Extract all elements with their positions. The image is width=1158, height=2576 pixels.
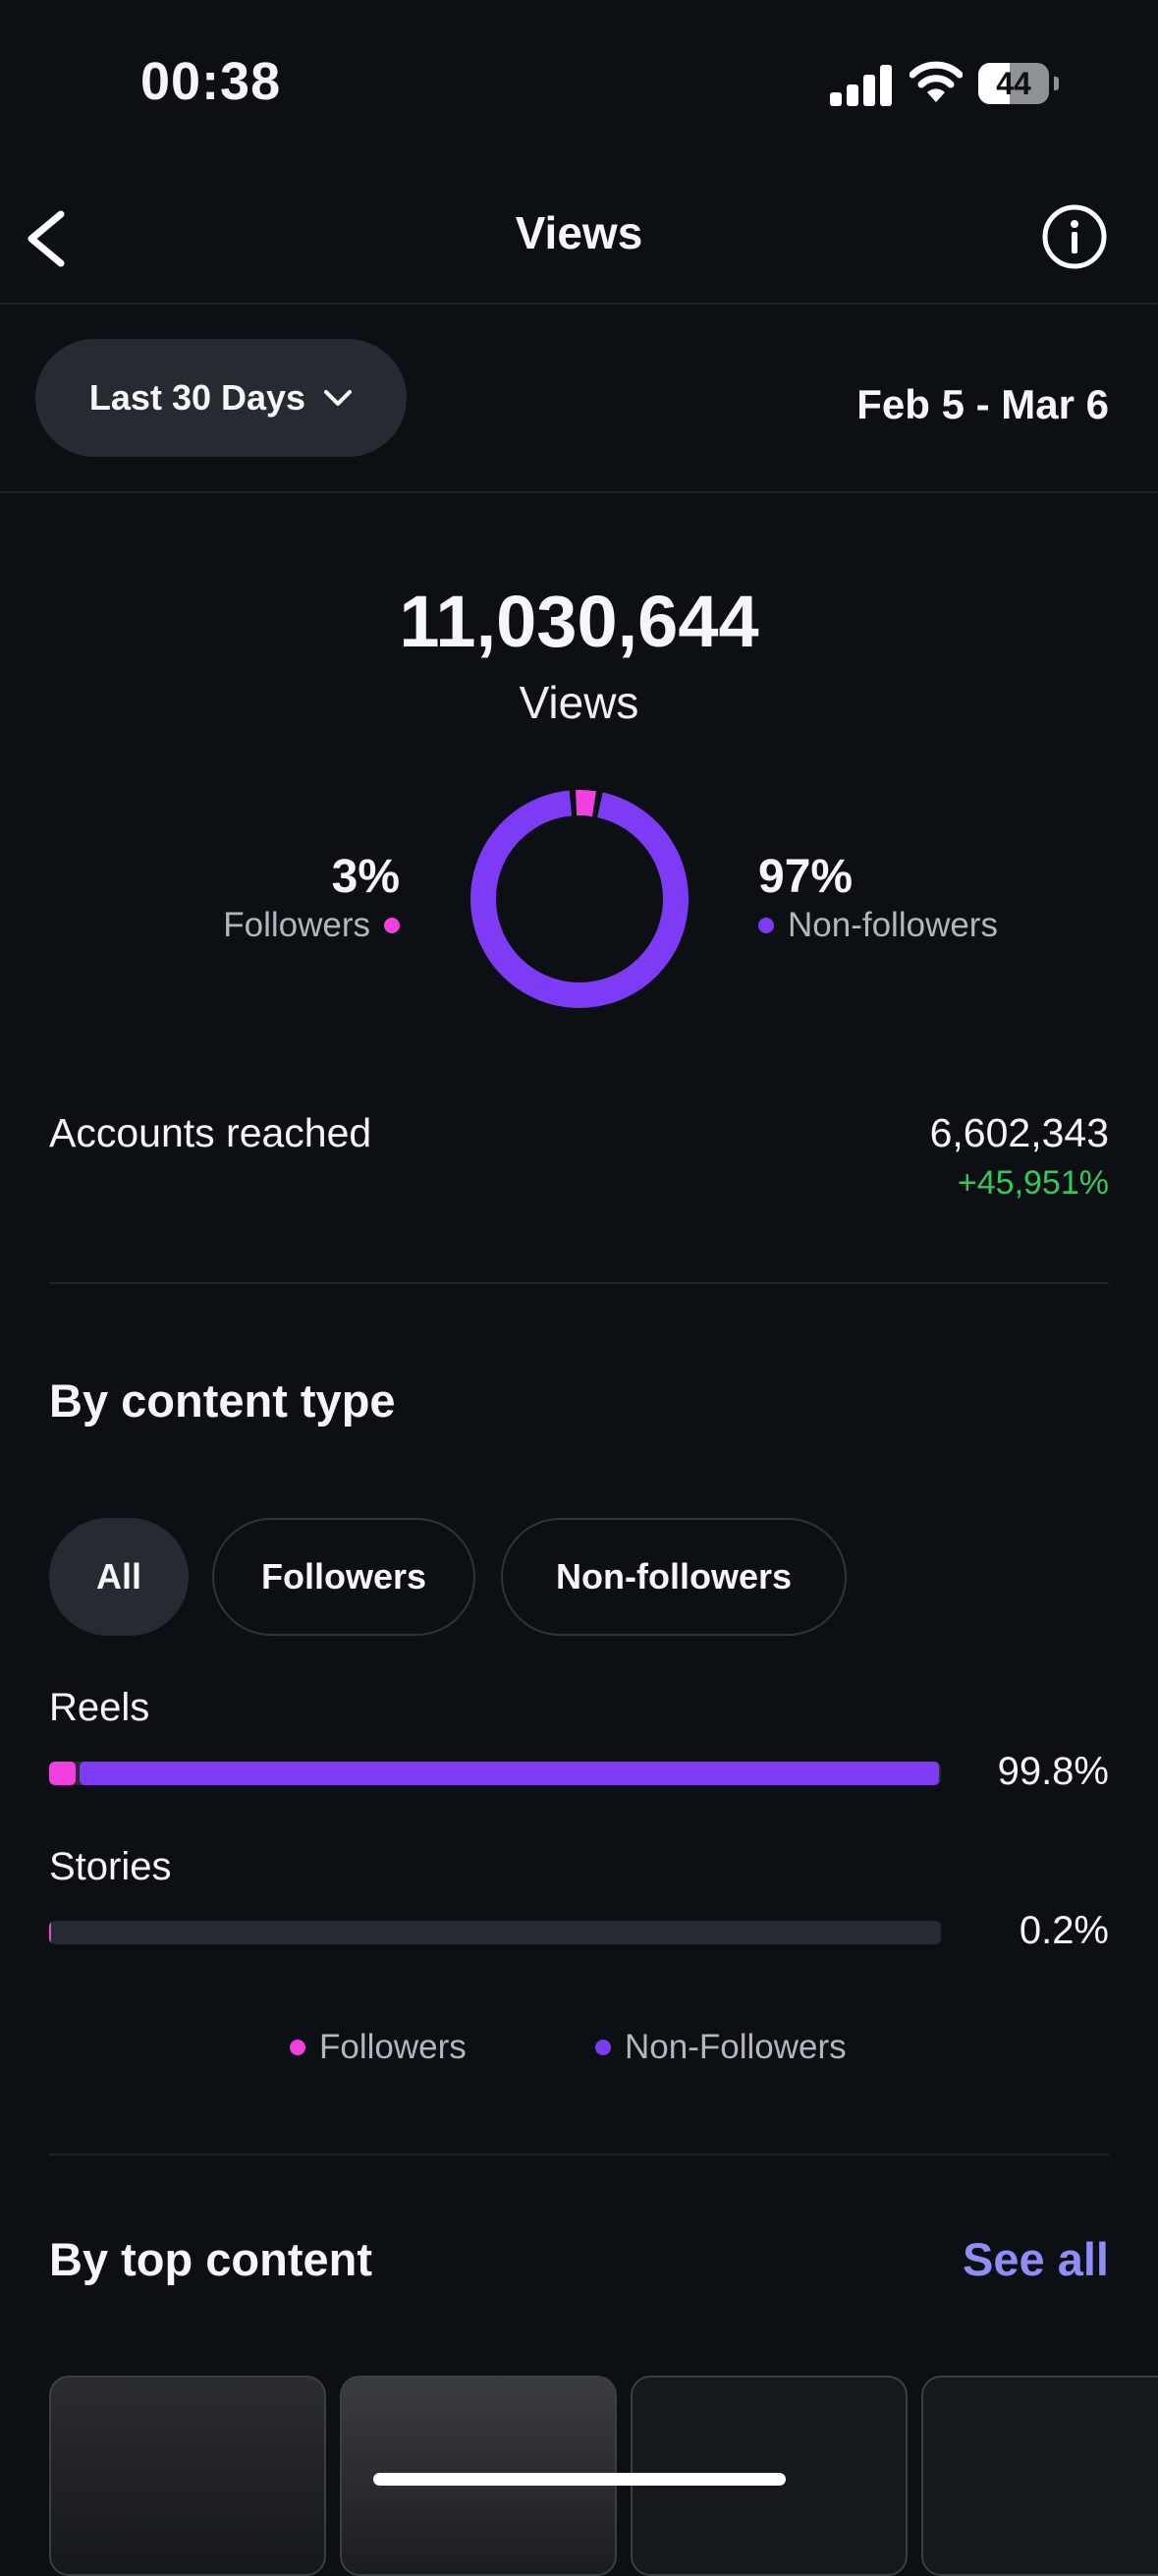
reels-nonfollowers-segment [80,1762,940,1785]
reels-bar [49,1762,941,1785]
stories-label: Stories [49,1845,172,1888]
top-content-thumbnail[interactable] [49,2376,326,2576]
chip-followers[interactable]: Followers [212,1518,475,1636]
header-divider [0,303,1158,305]
section-divider [49,1282,1109,1284]
nonfollowers-legend: Non-followers [758,906,998,945]
legend-non-followers: Non-Followers [595,2024,847,2071]
followers-dot-icon [384,918,400,933]
see-all-link[interactable]: See all [963,2232,1109,2286]
legend-nonfollowers-label: Non-Followers [625,2028,847,2066]
legend-followers-dot-icon [290,2040,305,2055]
info-icon [1042,204,1107,269]
nonfollowers-percent: 97% [758,851,854,903]
date-range-text: Feb 5 - Mar 6 [856,381,1109,427]
reels-followers-segment [49,1762,77,1785]
stories-followers-segment [49,1921,51,1944]
nonfollowers-dot-icon [758,918,774,933]
content-type-title: By content type [49,1374,396,1427]
accounts-reached-label: Accounts reached [49,1110,372,1155]
total-views: 11,030,644 [399,581,759,662]
battery-level: 44 [996,66,1031,101]
date-range-dropdown-label: Last 30 Days [88,377,306,418]
battery-icon: 44 [978,63,1059,104]
legend-followers-label: Followers [319,2028,467,2066]
legend-followers: Followers [290,2024,467,2071]
followers-percent: 3% [331,851,400,903]
total-views-label: Views [519,677,639,728]
followers-legend: Followers [223,906,400,945]
status-time: 00:38 [140,52,282,111]
chevron-down-icon [324,390,353,406]
cellular-signal-icon [830,61,892,106]
stories-percent: 0.2% [1019,1909,1109,1952]
home-indicator [373,2473,786,2486]
section-divider-2 [49,2154,1109,2156]
wifi-icon [909,59,964,104]
filter-divider [0,491,1158,493]
reels-label: Reels [49,1686,150,1729]
chip-non-followers[interactable]: Non-followers [501,1518,847,1636]
nonfollowers-legend-label: Non-followers [788,906,998,944]
top-content-title: By top content [49,2233,372,2285]
followers-legend-label: Followers [223,906,370,944]
legend-nonfollowers-dot-icon [595,2040,611,2055]
views-donut-chart [470,790,689,1008]
nonfollowers-arc [470,790,689,1008]
stories-bar [49,1921,941,1944]
reels-percent: 99.8% [997,1750,1109,1793]
info-button[interactable] [1041,203,1108,270]
top-content-thumbnail[interactable] [921,2376,1158,2576]
date-range-dropdown[interactable]: Last 30 Days [35,339,407,457]
page-title: Views [515,207,643,258]
accounts-reached-value: 6,602,343 [929,1110,1109,1155]
chip-all[interactable]: All [49,1518,189,1636]
accounts-reached-change: +45,951% [957,1164,1109,1202]
